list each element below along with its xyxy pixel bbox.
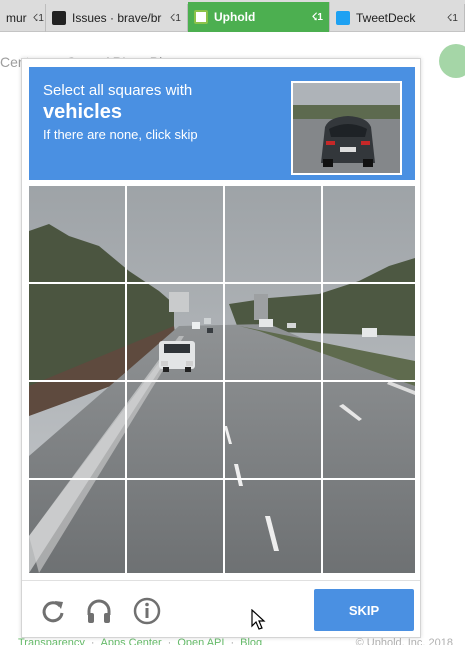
footer-link[interactable]: Apps Center	[101, 637, 162, 645]
captcha-tile[interactable]	[127, 480, 223, 573]
skip-button[interactable]: SKIP	[314, 589, 414, 631]
tab-label: TweetDeck	[356, 11, 416, 25]
audio-challenge-icon[interactable]	[84, 596, 114, 626]
footer-separator: ·	[230, 637, 235, 645]
instruction-hint: If there are none, click skip	[43, 127, 198, 142]
captcha-tile[interactable]	[225, 480, 321, 573]
captcha-tile[interactable]	[127, 186, 223, 282]
reload-icon[interactable]	[38, 596, 68, 626]
uphold-icon	[194, 10, 208, 24]
tile-grid	[29, 186, 415, 573]
footer-link[interactable]: Blog	[240, 637, 262, 645]
captcha-tile[interactable]	[225, 186, 321, 282]
footer-separator: ·	[167, 637, 172, 645]
captcha-image-grid	[29, 186, 415, 573]
captcha-tile[interactable]	[29, 186, 125, 282]
captcha-tile[interactable]	[323, 480, 415, 573]
tab-label: mur	[6, 11, 27, 25]
tab-user-count: ☇1	[311, 11, 323, 23]
tile-divider	[321, 186, 323, 573]
example-vehicle-image	[291, 81, 402, 175]
twitter-icon	[336, 11, 350, 25]
captcha-tile[interactable]	[127, 284, 223, 380]
tile-divider	[29, 380, 415, 382]
captcha-toolbar: SKIP	[22, 580, 420, 638]
tile-divider	[29, 282, 415, 284]
tab-user-count: ☇1	[32, 12, 44, 24]
captcha-instruction-banner: Select all squares with vehicles If ther…	[29, 67, 415, 180]
background-footer: Transparency · Apps Center · Open API · Blog	[18, 637, 262, 645]
footer-link[interactable]: Transparency	[18, 637, 85, 645]
captcha-challenge: Select all squares with vehicles If ther…	[21, 58, 421, 638]
captcha-tile[interactable]	[225, 284, 321, 380]
tab-label: Uphold	[214, 10, 256, 24]
tab-user-count: ☇1	[446, 12, 458, 24]
mouse-cursor-icon	[251, 609, 266, 630]
captcha-tile[interactable]	[323, 382, 415, 478]
captcha-tile[interactable]	[127, 382, 223, 478]
tab-uphold[interactable]: Uphold ☇1	[188, 2, 330, 32]
captcha-tile[interactable]	[29, 284, 125, 380]
copyright-text: © Uphold, Inc. 2018	[355, 637, 453, 645]
github-icon	[52, 11, 66, 25]
instruction-line: Select all squares with	[43, 82, 193, 99]
footer-separator: ·	[90, 637, 95, 645]
captcha-tile[interactable]	[225, 382, 321, 478]
tab-user-count: ☇1	[169, 12, 181, 24]
info-icon[interactable]	[132, 596, 162, 626]
target-object-label: vehicles	[43, 101, 122, 123]
captcha-tile[interactable]	[29, 382, 125, 478]
tile-divider	[29, 478, 415, 480]
captcha-tile[interactable]	[29, 480, 125, 573]
avatar[interactable]	[439, 44, 465, 78]
captcha-tile[interactable]	[323, 186, 415, 282]
tab-label: Issues · brave/br	[72, 11, 162, 25]
footer-link[interactable]: Open API	[177, 637, 224, 645]
tab-partial[interactable]: mur ☇1	[0, 4, 46, 32]
tab-github-issues[interactable]: Issues · brave/br ☇1	[46, 4, 188, 32]
captcha-tile[interactable]	[323, 284, 415, 380]
browser-tab-strip: mur ☇1 Issues · brave/br ☇1 Uphold ☇1 Tw…	[0, 0, 465, 32]
tab-tweetdeck[interactable]: TweetDeck ☇1	[330, 4, 465, 32]
